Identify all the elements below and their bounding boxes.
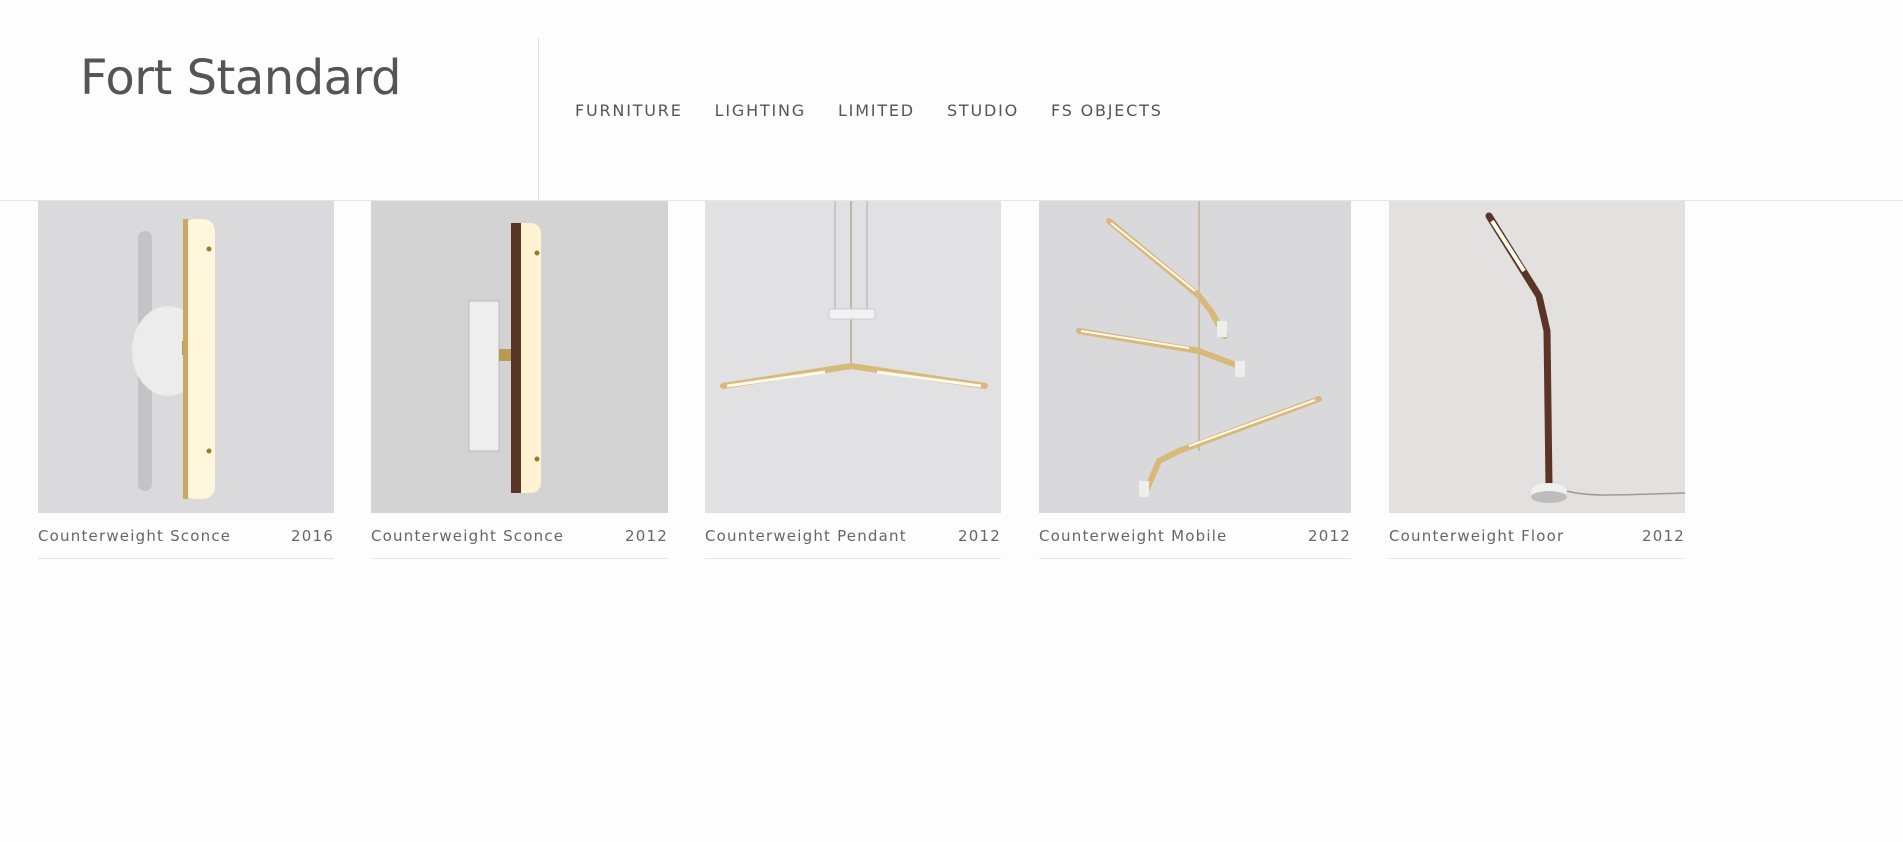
product-name: Counterweight Sconce (371, 526, 565, 545)
header-divider (538, 38, 539, 200)
product-name: Counterweight Floor (1389, 526, 1565, 545)
mobile-lamp-image (1076, 201, 1322, 497)
product-image[interactable] (38, 201, 334, 513)
product-year: 2012 (625, 526, 668, 545)
product-caption[interactable]: Counterweight Sconce 2016 (38, 513, 334, 559)
product-caption[interactable]: Counterweight Sconce 2012 (371, 513, 668, 559)
nav-fs-objects[interactable]: FS OBJECTS (1051, 101, 1163, 120)
nav-lighting[interactable]: LIGHTING (715, 101, 806, 120)
product-year: 2012 (1642, 526, 1685, 545)
site-header: Fort Standard FURNITURE LIGHTING LIMITED… (0, 0, 1903, 201)
nav-furniture[interactable]: FURNITURE (575, 101, 683, 120)
nav-limited[interactable]: LIMITED (838, 101, 915, 120)
pendant-lamp-image (720, 201, 988, 389)
product-year: 2012 (958, 526, 1001, 545)
product-caption[interactable]: Counterweight Floor 2012 (1389, 513, 1685, 559)
nav-studio[interactable]: STUDIO (947, 101, 1019, 120)
product-card[interactable]: Counterweight Pendant 2012 (705, 201, 1001, 559)
product-card[interactable]: Counterweight Sconce 2016 (38, 201, 334, 559)
product-caption[interactable]: Counterweight Mobile 2012 (1039, 513, 1351, 559)
product-card[interactable]: Counterweight Floor 2012 (1389, 201, 1685, 559)
product-grid: Counterweight Sconce 2016 Counterweight … (0, 201, 1903, 561)
product-year: 2016 (291, 526, 334, 545)
product-card[interactable]: Counterweight Sconce 2012 (371, 201, 668, 559)
main-nav: FURNITURE LIGHTING LIMITED STUDIO FS OBJ… (575, 101, 1195, 120)
product-card[interactable]: Counterweight Mobile 2012 (1039, 201, 1351, 559)
floor-lamp-image (1485, 212, 1685, 503)
product-image[interactable] (371, 201, 668, 513)
product-name: Counterweight Sconce (38, 526, 232, 545)
product-name: Counterweight Pendant (705, 526, 907, 545)
product-caption[interactable]: Counterweight Pendant 2012 (705, 513, 1001, 559)
product-year: 2012 (1308, 526, 1351, 545)
product-image[interactable] (1039, 201, 1351, 513)
product-name: Counterweight Mobile (1039, 526, 1228, 545)
site-logo[interactable]: Fort Standard (80, 50, 401, 106)
wall-sconce-image (468, 223, 541, 493)
product-image[interactable] (705, 201, 1001, 513)
product-image[interactable] (1389, 201, 1685, 513)
wall-sconce-image (132, 219, 215, 499)
